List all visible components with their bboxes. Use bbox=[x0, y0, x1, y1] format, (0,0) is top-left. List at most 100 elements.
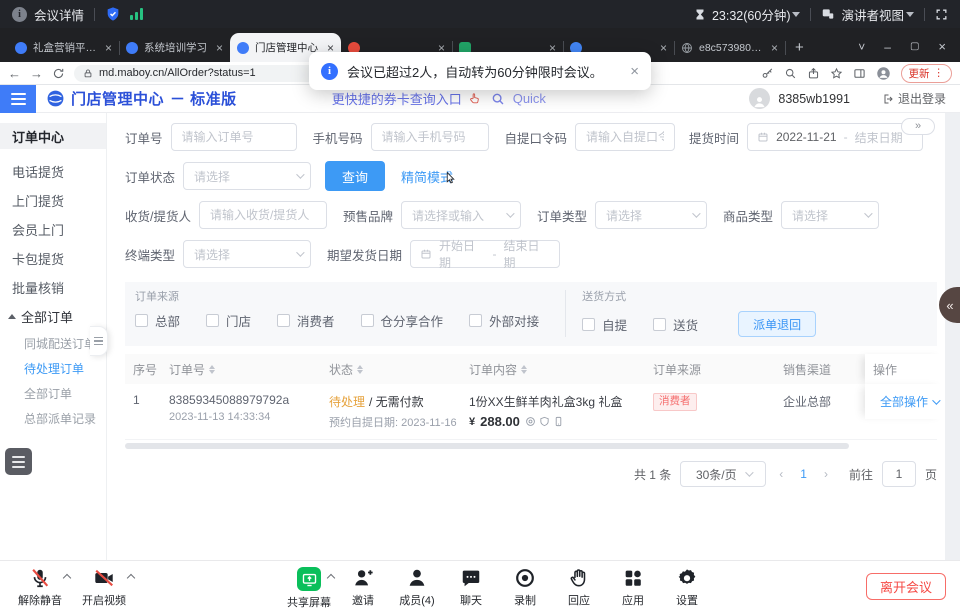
checkbox-source-hq[interactable]: 总部 bbox=[135, 311, 180, 330]
order-no-input[interactable] bbox=[171, 123, 297, 151]
sidebar-child-all-orders[interactable]: 全部订单 bbox=[0, 381, 106, 406]
invite-button[interactable]: 邀请 bbox=[336, 567, 390, 610]
view-mode-switch[interactable]: 演讲者视图 bbox=[841, 5, 904, 24]
apps-button[interactable]: 应用 bbox=[606, 567, 660, 610]
members-button[interactable]: 成员(4) bbox=[390, 567, 444, 610]
meeting-security-shield-icon[interactable] bbox=[105, 6, 121, 22]
settings-button[interactable]: 设置 bbox=[660, 567, 714, 610]
tab-close-icon[interactable]: × bbox=[105, 41, 112, 55]
quick-link[interactable]: Quick bbox=[513, 91, 546, 106]
back-button[interactable]: ← bbox=[8, 67, 21, 80]
sidebar-item-card-pickup[interactable]: 卡包提货 bbox=[0, 244, 106, 273]
dispatch-return-button[interactable]: 派单退回 bbox=[738, 311, 816, 337]
sidebar-item-member-visit[interactable]: 会员上门 bbox=[0, 215, 106, 244]
order-status-select[interactable]: 请选择 bbox=[183, 162, 311, 190]
quick-search-icon[interactable] bbox=[491, 92, 505, 106]
order-type-select[interactable]: 请选择 bbox=[595, 201, 707, 229]
header-content[interactable]: 订单内容 bbox=[461, 354, 645, 384]
next-page-button[interactable]: › bbox=[820, 467, 832, 481]
page-right-gutter bbox=[945, 113, 960, 560]
sidebar-section-order-center[interactable]: 订单中心 bbox=[0, 123, 106, 149]
delivery-method-group-label: 送货方式 bbox=[582, 288, 816, 304]
sidebar-item-door-pickup[interactable]: 上门提货 bbox=[0, 186, 106, 215]
annotation-toolbar-button[interactable] bbox=[5, 448, 32, 475]
checkbox-source-external[interactable]: 外部对接 bbox=[469, 311, 539, 330]
filter-panel: 订单来源 总部 门店 消费者 仓分享合作 外部对接 送货方式 自提 送货 派单退… bbox=[125, 282, 937, 346]
share-options-caret[interactable] bbox=[327, 574, 335, 582]
timer-dropdown-caret[interactable] bbox=[792, 12, 800, 17]
expect-ship-date-range-picker[interactable]: 开始日期 - 结束日期 bbox=[410, 240, 560, 268]
current-page-number[interactable]: 1 bbox=[796, 467, 811, 481]
checkbox-delivery-self-pickup[interactable]: 自提 bbox=[582, 315, 627, 334]
tab-close-icon[interactable]: × bbox=[660, 41, 667, 55]
horizontal-scrollbar[interactable] bbox=[125, 443, 849, 449]
receiver-input[interactable] bbox=[199, 201, 327, 229]
prev-page-button[interactable]: ‹ bbox=[775, 467, 787, 481]
checkbox-source-consumer[interactable]: 消费者 bbox=[277, 311, 335, 330]
sidebar-item-phone-pickup[interactable]: 电话提货 bbox=[0, 157, 106, 186]
share-icon[interactable] bbox=[807, 67, 820, 80]
tab-close-icon[interactable]: × bbox=[771, 41, 778, 55]
query-button[interactable]: 查询 bbox=[325, 161, 385, 191]
browser-tab-2[interactable]: 系统培训学习 × bbox=[119, 33, 230, 62]
pickup-code-input[interactable] bbox=[575, 123, 675, 151]
user-avatar[interactable] bbox=[749, 88, 770, 109]
unmute-button[interactable]: 解除静音 bbox=[8, 567, 72, 608]
goods-type-select[interactable]: 请选择 bbox=[781, 201, 879, 229]
phone-input[interactable] bbox=[371, 123, 489, 151]
browser-tab-1[interactable]: 礼盒营销平台管理中心 × bbox=[8, 33, 119, 62]
chrome-update-button[interactable]: 更新 ⋮ bbox=[901, 64, 953, 83]
expand-filters-button[interactable]: » bbox=[901, 118, 935, 135]
toast-close-icon[interactable]: × bbox=[630, 63, 639, 80]
chat-button[interactable]: 聊天 bbox=[444, 567, 498, 610]
new-tab-button[interactable]: + bbox=[795, 39, 804, 56]
row-actions-dropdown[interactable]: 全部操作 bbox=[865, 384, 945, 419]
start-video-button[interactable]: 开启视频 bbox=[72, 567, 136, 608]
pointing-hand-icon bbox=[468, 92, 481, 105]
checkbox-delivery-ship[interactable]: 送货 bbox=[653, 315, 698, 334]
pickup-time-range-picker[interactable]: 2022-11-21 - 结束日期 bbox=[747, 123, 923, 151]
simple-mode-link[interactable]: 精简模式 bbox=[401, 167, 453, 186]
tab-close-icon[interactable]: × bbox=[216, 41, 223, 55]
checkbox-source-warehouse-share[interactable]: 仓分享合作 bbox=[361, 311, 444, 330]
header-order-no[interactable]: 订单号 bbox=[161, 354, 321, 384]
checkbox-source-store[interactable]: 门店 bbox=[206, 311, 251, 330]
terminal-type-label: 终端类型 bbox=[125, 245, 175, 264]
sidebar-child-pending-orders[interactable]: 待处理订单 bbox=[0, 356, 106, 381]
goto-page-input[interactable] bbox=[882, 461, 916, 487]
view-mode-caret[interactable] bbox=[906, 12, 914, 17]
side-panel-icon[interactable] bbox=[853, 67, 866, 80]
password-key-icon[interactable] bbox=[761, 67, 774, 80]
leave-meeting-button[interactable]: 离开会议 bbox=[866, 573, 946, 600]
sidebar-item-batch-verify[interactable]: 批量核销 bbox=[0, 273, 106, 302]
sidebar-toggle-button[interactable] bbox=[0, 85, 36, 113]
terminal-type-select[interactable]: 请选择 bbox=[183, 240, 311, 268]
sidebar-child-hq-dispatch-log[interactable]: 总部派单记录 bbox=[0, 406, 106, 431]
forward-button[interactable]: → bbox=[30, 67, 43, 80]
video-options-caret[interactable] bbox=[127, 574, 135, 582]
bookmark-star-icon[interactable] bbox=[830, 67, 843, 80]
fullscreen-button[interactable] bbox=[935, 8, 948, 21]
tab-search-chevron[interactable]: ˅ bbox=[858, 40, 865, 54]
window-minimize-button[interactable]: – bbox=[884, 40, 891, 54]
browser-profile-avatar[interactable] bbox=[876, 66, 891, 81]
mic-options-caret[interactable] bbox=[63, 574, 71, 582]
network-signal-icon[interactable] bbox=[130, 8, 143, 20]
window-close-button[interactable]: × bbox=[938, 39, 946, 54]
kebab-menu-icon[interactable]: ⋮ bbox=[934, 67, 945, 79]
reactions-button[interactable]: 回应 bbox=[552, 567, 606, 610]
chevron-down-icon bbox=[864, 209, 872, 217]
window-maximize-button[interactable]: ▢ bbox=[910, 41, 919, 52]
presale-brand-select[interactable]: 请选择或输入 bbox=[401, 201, 521, 229]
zoom-search-icon[interactable] bbox=[784, 67, 797, 80]
reload-button[interactable] bbox=[52, 67, 65, 80]
promo-link[interactable]: 更快捷的券卡查询入口 bbox=[332, 89, 462, 108]
share-screen-button[interactable]: 共享屏幕 bbox=[282, 567, 336, 610]
sidebar-drawer-handle[interactable] bbox=[90, 326, 108, 356]
page-size-select[interactable]: 30条/页 bbox=[680, 461, 766, 487]
record-button[interactable]: 录制 bbox=[498, 567, 552, 610]
logout-button[interactable]: 退出登录 bbox=[882, 90, 946, 107]
meeting-details-button[interactable]: i 会议详情 bbox=[12, 5, 84, 24]
browser-tab-7[interactable]: e8c573980b1328a258fd2e618 × bbox=[674, 33, 785, 62]
header-status[interactable]: 状态 bbox=[321, 354, 461, 384]
